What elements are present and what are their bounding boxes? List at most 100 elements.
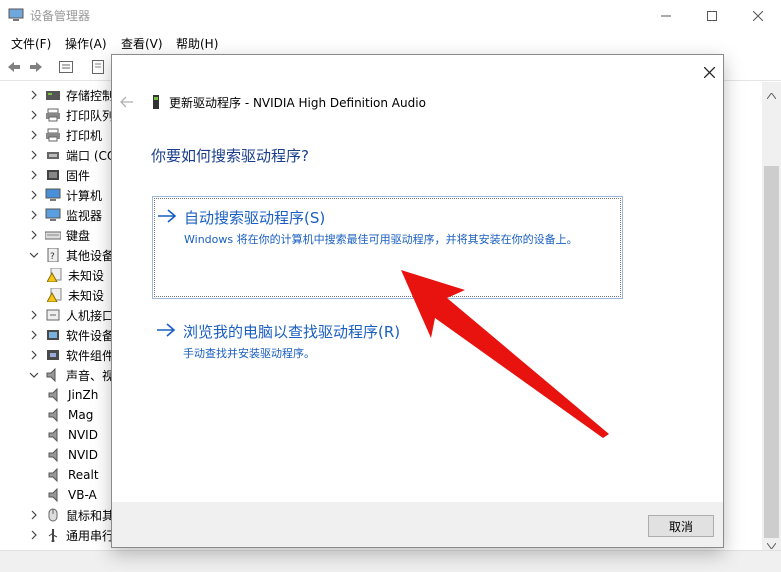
tree-item-label: 打印队列 [66, 108, 112, 123]
tree-item-label: 人机接口 [66, 308, 112, 323]
speaker-icon [47, 447, 63, 463]
tree-category-item[interactable]: 鼠标和其 [29, 505, 112, 525]
tree-category-item[interactable]: 打印队列 [29, 105, 112, 125]
device-tree: 存储控制 打印队列 打印机 端口 (CO 固件 计算机 监视器 键盘? 其他设备 未知设 未知设 人机… [0, 82, 112, 550]
close-icon [703, 66, 715, 78]
speaker-icon [47, 427, 63, 443]
menu-file[interactable]: 文件(F) [11, 35, 51, 52]
tree-item-label: NVID [68, 448, 98, 462]
scrollbar-thumb[interactable] [764, 166, 779, 538]
tree-item-label: 存储控制 [66, 88, 112, 103]
tree-item-label: 键盘 [66, 228, 91, 243]
tree-category-item[interactable]: 端口 (CO [29, 145, 112, 165]
chevron-right-icon[interactable] [29, 530, 39, 540]
tree-category-item[interactable]: 监视器 [29, 205, 102, 225]
right-arrow-icon [157, 207, 177, 225]
tree-category-item[interactable]: 键盘 [29, 225, 90, 245]
chevron-right-icon[interactable] [29, 170, 39, 180]
tree-category-item[interactable]: 打印机 [29, 125, 102, 145]
svg-text:?: ? [50, 252, 55, 262]
tree-item-label: Realt [68, 468, 99, 482]
tree-child-item[interactable]: NVID [47, 445, 98, 465]
tree-category-item[interactable]: 存储控制 [29, 85, 112, 105]
tree-category-item[interactable]: 软件设备 [29, 325, 112, 345]
annotation-arrow [401, 270, 609, 438]
warning-device-icon [46, 287, 63, 303]
tree-item-label: VB-A [68, 488, 97, 502]
chevron-right-icon[interactable] [29, 350, 39, 360]
minimize-icon [661, 15, 671, 16]
properties-icon[interactable] [58, 59, 74, 75]
dialog-footer: 取消 [112, 502, 723, 547]
dialog-title: 更新驱动程序 - NVIDIA High Definition Audio [169, 96, 426, 110]
tree-item-label: Mag [68, 408, 94, 422]
tree-category-item[interactable]: 通用串行 [29, 525, 112, 545]
chevron-right-icon[interactable] [29, 310, 39, 320]
auto-search-description: Windows 将在你的计算机中搜索最佳可用驱动程序，并将其安装在你的设备上。 [184, 233, 578, 246]
computer-icon [45, 188, 61, 202]
browse-description: 手动查找并安装驱动程序。 [183, 347, 315, 360]
chevron-right-icon[interactable] [29, 90, 39, 100]
tree-child-item[interactable]: 未知设 [46, 265, 105, 285]
chevron-right-icon[interactable] [29, 130, 39, 140]
tree-item-label: NVID [68, 428, 98, 442]
chevron-right-icon[interactable] [29, 110, 39, 120]
menu-action[interactable]: 操作(A) [65, 35, 107, 52]
menu-view[interactable]: 查看(V) [121, 35, 163, 52]
close-button[interactable] [735, 0, 781, 31]
tree-child-item[interactable]: VB-A [47, 485, 97, 505]
port-icon [45, 148, 61, 162]
chevron-right-icon[interactable] [29, 190, 39, 200]
monitor-icon [45, 208, 61, 222]
chevron-right-icon[interactable] [29, 230, 39, 240]
firmware-icon [45, 168, 61, 182]
forward-icon[interactable] [28, 59, 44, 75]
dialog-close-button[interactable] [698, 61, 720, 83]
tree-item-label: 监视器 [66, 208, 103, 223]
tree-item-label: 端口 (CO [66, 148, 112, 163]
tree-child-item[interactable]: Mag [47, 405, 93, 425]
tree-category-item[interactable]: 软件组件 [29, 345, 112, 365]
cancel-button[interactable]: 取消 [648, 515, 714, 537]
tree-child-item[interactable]: JinZh [47, 385, 98, 405]
help-doc-icon[interactable] [90, 59, 106, 75]
tree-item-label: 未知设 [68, 268, 105, 283]
keyboard-icon [44, 228, 62, 242]
tree-item-label: 其他设备 [66, 248, 112, 263]
tree-category-item[interactable]: ? 其他设备 [29, 245, 112, 265]
chevron-right-icon[interactable] [29, 330, 39, 340]
tree-child-item[interactable]: Realt [47, 465, 99, 485]
device-manager-icon [8, 8, 24, 22]
minimize-button[interactable] [643, 0, 689, 31]
window-title: 设备管理器 [30, 9, 91, 23]
chevron-right-icon[interactable] [29, 150, 39, 160]
maximize-button[interactable] [689, 0, 735, 31]
tree-category-item[interactable]: 计算机 [29, 185, 102, 205]
tree-child-item[interactable]: NVID [47, 425, 98, 445]
tree-item-label: 打印机 [66, 128, 103, 143]
tree-item-label: JinZh [68, 388, 99, 402]
chevron-right-icon[interactable] [29, 510, 39, 520]
back-arrow-icon[interactable] [120, 95, 134, 109]
scroll-up-icon[interactable] [766, 88, 777, 102]
printer-icon [45, 128, 61, 142]
back-icon[interactable] [6, 59, 22, 75]
tree-item-label: 未知设 [68, 288, 105, 303]
speaker-icon [47, 387, 63, 403]
chevron-right-icon[interactable] [29, 210, 39, 220]
status-bar [0, 550, 781, 572]
printer-icon [45, 108, 61, 122]
tree-item-label: 通用串行 [66, 528, 112, 543]
software-device-icon [45, 328, 61, 342]
tree-category-item[interactable]: 固件 [29, 165, 90, 185]
vertical-scrollbar[interactable] [762, 82, 781, 550]
tree-category-item[interactable]: 人机接口 [29, 305, 112, 325]
tree-child-item[interactable]: 未知设 [46, 285, 105, 305]
tree-category-item[interactable]: 声音、视 [29, 365, 112, 385]
auto-search-title: 自动搜索驱动程序(S) [184, 209, 326, 227]
chevron-down-icon[interactable] [29, 250, 39, 260]
menu-help[interactable]: 帮助(H) [176, 35, 218, 52]
speaker-icon [47, 407, 63, 423]
chevron-down-icon[interactable] [29, 370, 39, 380]
storage-icon [45, 88, 61, 102]
